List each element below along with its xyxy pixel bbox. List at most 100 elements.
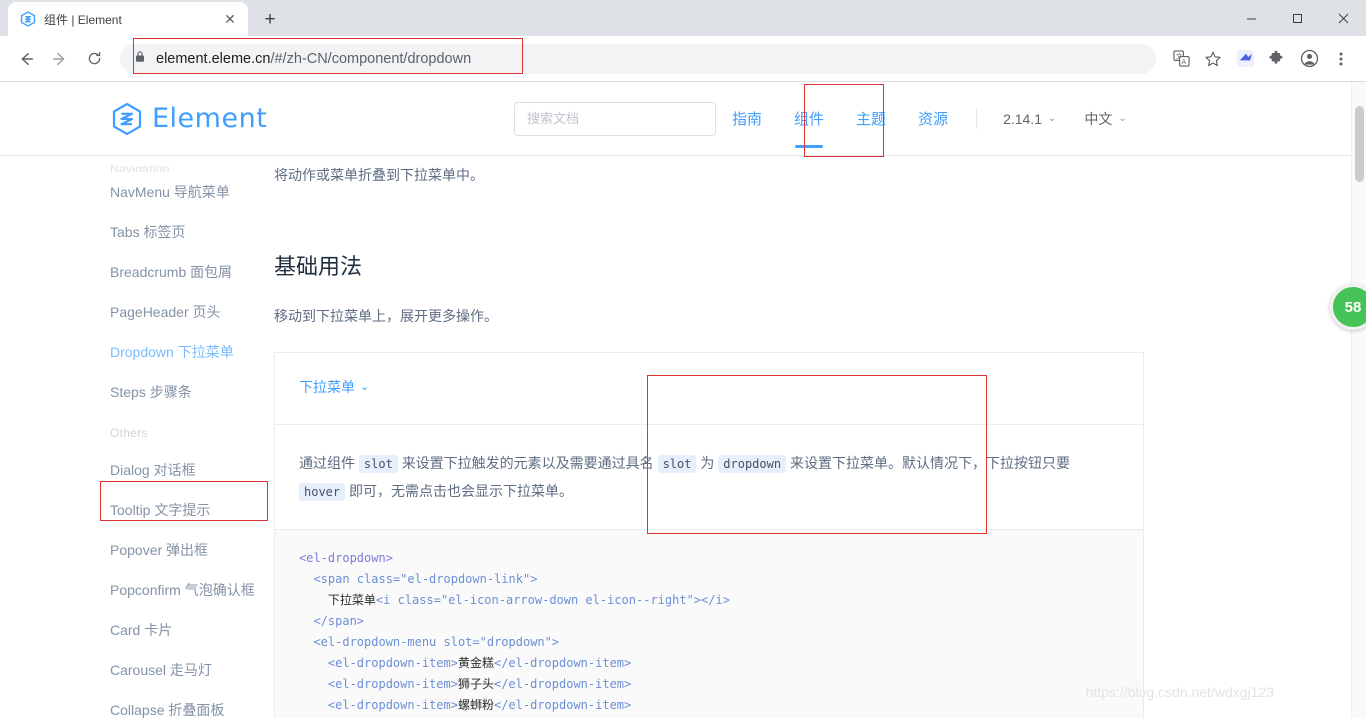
bookmark-star-icon[interactable] [1198,44,1228,74]
page-content: Element 指南 组件 主题 资源 2.14.1 ⌄ 中文 ⌄ [0,82,1366,718]
code-token: </el-dropdown-item> [493,655,632,670]
sidebar-item-dropdown[interactable]: Dropdown 下拉菜单 [110,332,274,372]
desc-part-1: 通过组件 [299,454,355,471]
element-logo-icon [112,102,142,135]
browser-toolbar: element.eleme.cn/#/zh-CN/component/dropd… [0,36,1366,82]
code-line: <el-dropdown-item>狮子头</el-dropdown-item> [299,674,1119,695]
code-token: <i class="el-icon-arrow-down el-icon--ri… [375,592,730,607]
code-line: <el-dropdown-item>螺蛳粉</el-dropdown-item> [299,695,1119,716]
desc-part-5: 即可，无需点击也会显示下拉菜单。 [349,482,574,499]
nav-item-guide[interactable]: 指南 [716,82,778,156]
chevron-down-icon: ⌄ [1048,113,1057,124]
address-bar-url: element.eleme.cn/#/zh-CN/component/dropd… [156,51,471,67]
section-description: 移动到下拉菜单上，展开更多操作。 [274,308,498,325]
section-title: 基础用法 [274,254,363,280]
reload-button[interactable] [78,43,110,75]
minimize-window-button[interactable] [1228,0,1274,36]
browser-tab[interactable]: 组件 | Element ✕ [8,2,248,36]
lock-icon [134,50,146,68]
search-input[interactable] [527,111,703,126]
site-nav: 指南 组件 主题 资源 2.14.1 ⌄ 中文 ⌄ [514,82,1338,156]
close-window-button[interactable] [1320,0,1366,36]
inline-code-dropdown: dropdown [718,454,787,473]
translate-icon[interactable]: 文 A [1166,44,1196,74]
code-token: 黄金糕 [457,655,494,670]
code-line: <el-dropdown-item>黄金糕</el-dropdown-item> [299,653,1119,674]
code-token: </el-dropdown-item> [493,676,632,691]
profile-avatar-icon[interactable] [1294,44,1324,74]
inline-code-slot-2: slot [657,454,697,473]
address-bar[interactable]: element.eleme.cn/#/zh-CN/component/dropd… [120,43,1156,74]
scrollbar-thumb[interactable] [1355,106,1364,182]
desc-part-2: 来设置下拉触发的元素以及需要通过具名 [401,454,654,471]
sidebar-group-navigation: Navigation [110,162,170,172]
bird-extension-icon[interactable] [1230,44,1260,74]
site-header: Element 指南 组件 主题 资源 2.14.1 ⌄ 中文 ⌄ [0,82,1366,157]
demo-preview-card: 下拉菜单 ⌄ [274,351,1144,424]
docs-sidebar: Navigation NavMenu 导航菜单 Tabs 标签页 Breadcr… [0,156,274,718]
version-label: 2.14.1 [1003,110,1042,127]
code-token: <el-dropdown> [299,550,393,565]
sidebar-item-card[interactable]: Card 卡片 [110,610,274,650]
back-button[interactable] [10,43,42,75]
logo-text: Element [152,103,268,134]
extensions-puzzle-icon[interactable] [1262,44,1292,74]
code-token: <el-dropdown-item> [327,676,458,691]
sidebar-item-pageheader[interactable]: PageHeader 页头 [110,292,274,332]
sidebar-item-tabs[interactable]: Tabs 标签页 [110,212,274,252]
dropdown-trigger[interactable]: 下拉菜单 ⌄ [299,377,369,397]
inline-code-slot-1: slot [358,454,398,473]
sidebar-item-carousel[interactable]: Carousel 走马灯 [110,650,274,690]
version-selector[interactable]: 2.14.1 ⌄ [989,111,1070,127]
code-token: 下拉菜单 [327,592,376,607]
language-label: 中文 [1084,110,1113,127]
intro-text: 将动作或菜单折叠到下拉菜单中。 [274,167,484,183]
browser-window: 组件 | Element ✕ + element.eleme.cn/#/zh-C… [0,0,1366,718]
language-selector[interactable]: 中文 ⌄ [1070,109,1140,129]
nav-item-theme[interactable]: 主题 [840,82,902,156]
body-wrapper: Navigation NavMenu 导航菜单 Tabs 标签页 Breadcr… [0,156,1366,718]
code-token: <el-dropdown-item> [327,697,458,712]
address-bar-path: /#/zh-CN/component/dropdown [270,50,472,67]
chrome-menu-icon[interactable] [1326,44,1356,74]
dropdown-trigger-label: 下拉菜单 [299,378,355,395]
sidebar-group-others: Others [110,426,148,440]
chevron-down-icon: ⌄ [360,381,370,394]
element-favicon-icon [20,11,36,27]
page-scrollbar[interactable] [1351,82,1366,718]
sidebar-item-collapse[interactable]: Collapse 折叠面板 [110,690,274,718]
code-token: </el-dropdown-item> [493,697,632,712]
code-token: <el-dropdown-menu slot="dropdown"> [313,634,560,649]
close-tab-icon[interactable]: ✕ [220,9,240,29]
nav-divider [976,108,978,129]
element-logo[interactable]: Element [110,102,514,136]
code-sample-block: <el-dropdown> <span class="el-dropdown-l… [274,529,1144,718]
address-bar-host: element.eleme.cn [156,50,271,67]
code-line: </span> [299,611,1119,632]
docs-article: 将动作或菜单折叠到下拉菜单中。 基础用法 移动到下拉菜单上，展开更多操作。 下拉… [274,156,1144,718]
sidebar-item-breadcrumb[interactable]: Breadcrumb 面包屑 [110,252,274,292]
chevron-down-icon: ⌄ [1118,113,1127,124]
new-tab-button[interactable]: + [256,5,284,33]
code-token: </span> [313,613,365,628]
demo-description-block: 通过组件 slot 来设置下拉触发的元素以及需要通过具名 slot 为 drop… [274,423,1144,530]
sidebar-item-dialog[interactable]: Dialog 对话框 [110,450,274,490]
desc-part-3: 为 [700,454,715,471]
sidebar-item-steps[interactable]: Steps 步骤条 [110,372,274,412]
sidebar-item-popconfirm[interactable]: Popconfirm 气泡确认框 [110,570,274,610]
nav-item-component[interactable]: 组件 [778,82,840,156]
forward-button[interactable] [44,43,76,75]
nav-item-resource[interactable]: 资源 [902,82,964,156]
code-token: <el-dropdown-item> [327,655,458,670]
search-box[interactable] [514,101,716,136]
maximize-window-button[interactable] [1274,0,1320,36]
browser-tab-strip: 组件 | Element ✕ + [0,0,1366,36]
inline-code-hover: hover [299,482,346,501]
code-token: <span class="el-dropdown-link"> [313,571,538,586]
docs-main: 将动作或菜单折叠到下拉菜单中。 基础用法 移动到下拉菜单上，展开更多操作。 下拉… [274,156,1366,718]
sidebar-item-tooltip[interactable]: Tooltip 文字提示 [110,490,274,530]
sidebar-item-popover[interactable]: Popover 弹出框 [110,530,274,570]
code-line: 下拉菜单<i class="el-icon-arrow-down el-icon… [299,590,1119,611]
sidebar-item-navmenu[interactable]: NavMenu 导航菜单 [110,172,274,212]
desc-part-4: 来设置下拉菜单。默认情况下，下拉按钮只要 [789,454,1070,471]
